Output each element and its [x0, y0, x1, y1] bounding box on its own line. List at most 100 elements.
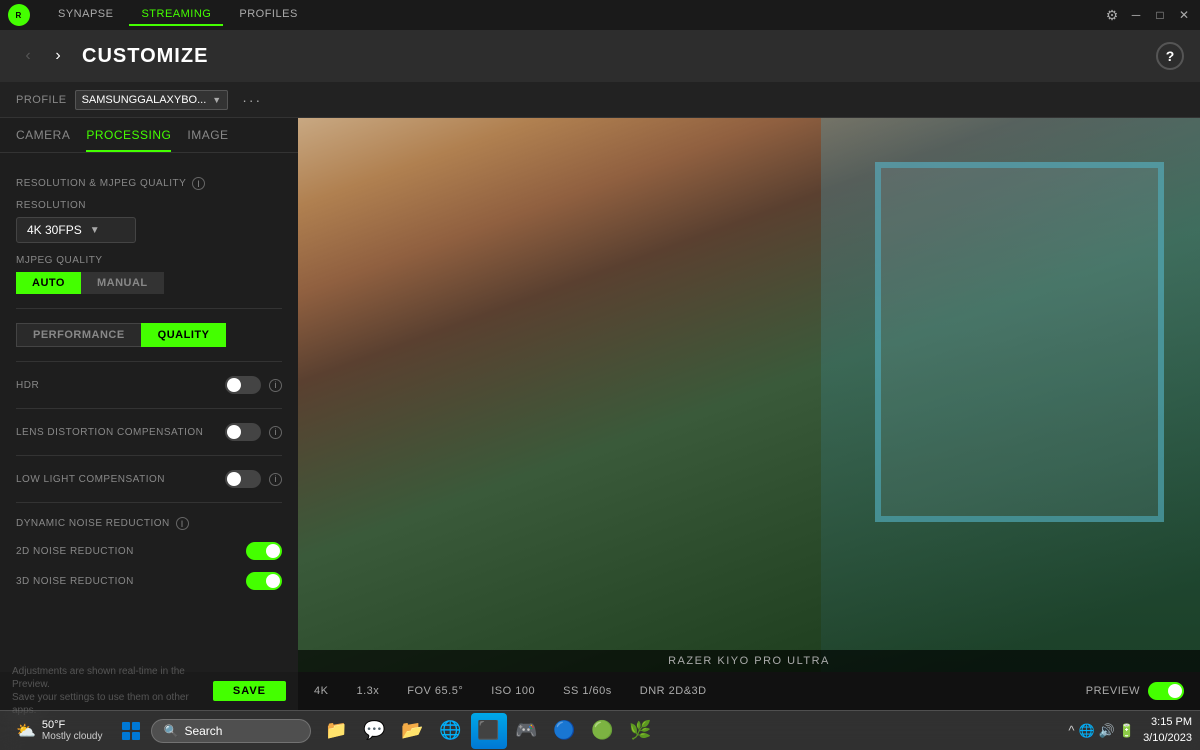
resolution-value: 4K 30FPS — [27, 223, 82, 237]
lens-toggle[interactable] — [225, 423, 261, 441]
profile-dropdown[interactable]: SAMSUNGGALAXYBO... ▼ — [75, 90, 229, 110]
resolution-dropdown[interactable]: 4K 30FPS ▼ — [16, 217, 136, 243]
save-button[interactable]: SAVE — [213, 681, 286, 701]
profile-label: PROFILE — [16, 94, 67, 106]
low-light-info-icon[interactable]: i — [269, 473, 282, 486]
noise2d-label: 2D NOISE REDUCTION — [16, 546, 238, 557]
tab-processing[interactable]: PROCESSING — [86, 128, 171, 152]
preview-toggle[interactable] — [1148, 682, 1184, 700]
divider-4 — [16, 455, 282, 456]
mjpeg-label: MJPEG QUALITY — [16, 255, 282, 266]
window-controls: ⚙ ─ □ ✕ — [1104, 7, 1192, 23]
title-bar: R SYNAPSE STREAMING PROFILES ⚙ ─ □ ✕ — [0, 0, 1200, 30]
taskbar-app-razer[interactable]: 🟢 — [585, 713, 621, 749]
taskbar-app-other[interactable]: 🌿 — [623, 713, 659, 749]
camera-feed: RAZER KIYO PRO ULTRA — [298, 118, 1200, 672]
header-bar: ‹ › CUSTOMIZE ? — [0, 30, 1200, 82]
lens-label: LENS DISTORTION COMPENSATION — [16, 427, 217, 438]
noise3d-row: 3D NOISE REDUCTION — [16, 572, 282, 590]
performance-button[interactable]: PERFORMANCE — [16, 323, 141, 347]
tab-image[interactable]: IMAGE — [187, 128, 228, 152]
divider-3 — [16, 408, 282, 409]
settings-icon[interactable]: ⚙ — [1104, 7, 1120, 23]
taskbar-search[interactable]: 🔍 Search — [151, 719, 311, 743]
maximize-button[interactable]: □ — [1152, 7, 1168, 23]
tab-streaming[interactable]: STREAMING — [129, 4, 223, 26]
razer-logo: R — [8, 4, 30, 26]
help-button[interactable]: ? — [1156, 42, 1184, 70]
taskbar-app-store[interactable]: ⬛ — [471, 713, 507, 749]
right-panel: RAZER KIYO PRO ULTRA — [298, 118, 1200, 672]
battery-icon[interactable]: 🔋 — [1119, 723, 1135, 739]
nav-arrows: ‹ › — [16, 44, 70, 68]
close-button[interactable]: ✕ — [1176, 7, 1192, 23]
hdr-info-icon[interactable]: i — [269, 379, 282, 392]
clock-date: 3/10/2023 — [1143, 731, 1192, 746]
quality-button[interactable]: QUALITY — [141, 323, 227, 347]
taskbar-clock[interactable]: 3:15 PM 3/10/2023 — [1143, 715, 1192, 746]
taskbar: ⛅ 50°F Mostly cloudy 🔍 Search 📁 💬 📂 🌐 ⬛ … — [0, 710, 1200, 750]
low-light-toggle[interactable] — [225, 470, 261, 488]
dnr-group-title: DYNAMIC NOISE REDUCTION i — [16, 517, 282, 530]
weather-icon: ⛅ — [16, 721, 36, 741]
taskbar-app-chat[interactable]: 💬 — [357, 713, 393, 749]
clock-time: 3:15 PM — [1143, 715, 1192, 730]
camera-name-bar: RAZER KIYO PRO ULTRA — [298, 650, 1200, 672]
right-stats: 4K 1.3x FOV 65.5° ISO 100 SS 1/60s DNR 2… — [298, 672, 1200, 710]
taskbar-app-edge[interactable]: 🌐 — [433, 713, 469, 749]
nav-tabs: SYNAPSE STREAMING PROFILES — [46, 4, 310, 26]
start-button[interactable] — [115, 715, 147, 747]
left-actions: Adjustments are shown real-time in the P… — [0, 672, 298, 710]
back-button[interactable]: ‹ — [16, 44, 40, 68]
search-placeholder: Search — [184, 724, 222, 738]
svg-text:R: R — [16, 11, 22, 20]
auto-button[interactable]: AUTO — [16, 272, 81, 294]
full-bottom-bar: Adjustments are shown real-time in the P… — [0, 672, 1200, 710]
middle-section: CAMERA PROCESSING IMAGE RESOLUTION & MJP… — [0, 118, 1200, 672]
chevron-down-icon: ▼ — [212, 95, 221, 105]
tab-camera[interactable]: CAMERA — [16, 128, 70, 152]
weather-temp: 50°F — [42, 719, 103, 731]
chevron-up-icon[interactable]: ^ — [1068, 723, 1074, 738]
section-tabs: CAMERA PROCESSING IMAGE — [0, 118, 298, 153]
forward-button[interactable]: › — [46, 44, 70, 68]
network-icon[interactable]: 🌐 — [1079, 723, 1095, 739]
speaker-icon[interactable]: 🔊 — [1099, 723, 1115, 739]
stat-zoom: 1.3x — [356, 685, 379, 697]
tab-profiles[interactable]: PROFILES — [227, 4, 309, 26]
taskbar-right: ^ 🌐 🔊 🔋 3:15 PM 3/10/2023 — [1068, 715, 1192, 746]
hdr-label: HDR — [16, 380, 217, 391]
low-light-label: LOW LIGHT COMPENSATION — [16, 474, 217, 485]
taskbar-app-xbox[interactable]: 🎮 — [509, 713, 545, 749]
stat-dnr: DNR 2D&3D — [640, 685, 707, 697]
minimize-button[interactable]: ─ — [1128, 7, 1144, 23]
settings-content: RESOLUTION & MJPEG QUALITY i RESOLUTION … — [0, 165, 298, 606]
hdr-toggle[interactable] — [225, 376, 261, 394]
noise3d-label: 3D NOISE REDUCTION — [16, 576, 238, 587]
stat-ss: SS 1/60s — [563, 685, 612, 697]
taskbar-app-folder[interactable]: 📂 — [395, 713, 431, 749]
noise2d-row: 2D NOISE REDUCTION — [16, 542, 282, 560]
resolution-info-icon[interactable]: i — [192, 177, 205, 190]
taskbar-app-files[interactable]: 📁 — [319, 713, 355, 749]
stat-fov: FOV 65.5° — [407, 685, 463, 697]
mjpeg-toggle-group: AUTO MANUAL — [16, 272, 282, 294]
manual-button[interactable]: MANUAL — [81, 272, 164, 294]
tab-synapse[interactable]: SYNAPSE — [46, 4, 125, 26]
dnr-info-icon[interactable]: i — [176, 517, 189, 530]
taskbar-apps: 📁 💬 📂 🌐 ⬛ 🎮 🔵 🟢 🌿 — [319, 713, 659, 749]
resolution-group-title: RESOLUTION & MJPEG QUALITY i — [16, 177, 282, 190]
profile-value: SAMSUNGGALAXYBO... — [82, 94, 207, 106]
lens-info-icon[interactable]: i — [269, 426, 282, 439]
low-light-row: LOW LIGHT COMPENSATION i — [16, 470, 282, 488]
preview-image: RAZER KIYO PRO ULTRA — [298, 118, 1200, 672]
noise2d-toggle[interactable] — [246, 542, 282, 560]
preview-area: PREVIEW — [1086, 682, 1184, 700]
profile-bar: PROFILE SAMSUNGGALAXYBO... ▼ ··· — [0, 82, 1200, 118]
profile-more-button[interactable]: ··· — [236, 90, 268, 110]
noise3d-toggle[interactable] — [246, 572, 282, 590]
taskbar-app-discord[interactable]: 🔵 — [547, 713, 583, 749]
window-element — [875, 162, 1164, 522]
left-panel: CAMERA PROCESSING IMAGE RESOLUTION & MJP… — [0, 118, 298, 672]
taskbar-sys-icons: ^ 🌐 🔊 🔋 — [1068, 723, 1135, 739]
